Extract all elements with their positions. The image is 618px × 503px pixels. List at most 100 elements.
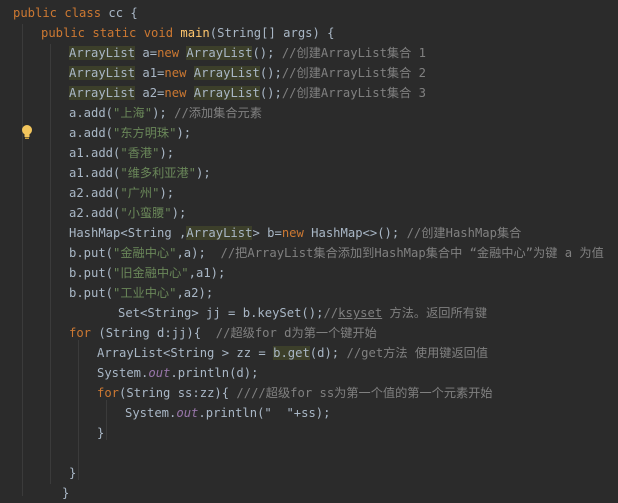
code-token: //创建ArrayList集合 3	[281, 86, 426, 100]
code-token: new	[281, 226, 312, 240]
code-token: new	[164, 86, 194, 100]
indent-guide	[106, 400, 107, 440]
code-token: HashMap<>();	[311, 226, 407, 240]
code-line: ArrayList a1=new ArrayList();//创建ArrayLi…	[69, 63, 426, 83]
code-token: HashMap<String ,	[69, 226, 187, 240]
code-token: ArrayList	[186, 46, 253, 60]
code-token: );	[176, 126, 192, 140]
code-token: out	[148, 366, 171, 380]
code-token: ();	[259, 66, 282, 80]
code-token: Set<String> jj = b.keySet();	[118, 306, 324, 320]
code-token: ////超级for ss为第一个值的第一个元素开始	[236, 386, 493, 400]
code-token: ,a);	[176, 246, 221, 260]
code-token: b.put(	[69, 246, 114, 260]
code-line: for (String d:jj){ //超级for d为第一个键开始	[69, 323, 377, 343]
code-token: );	[159, 186, 175, 200]
code-token: ,a2);	[176, 286, 214, 300]
code-line: b.put("工业中心",a2);	[69, 283, 213, 303]
code-token: //get方法 使用键返回值	[346, 346, 489, 360]
code-editor[interactable]: public class cc { public static void mai…	[0, 0, 618, 500]
code-token: "金融中心"	[113, 246, 177, 260]
code-token: "东方明珠"	[113, 126, 177, 140]
code-token: public class	[13, 6, 109, 20]
code-token: }	[62, 486, 70, 500]
indent-guide	[78, 340, 79, 480]
code-line: ArrayList a2=new ArrayList();//创建ArrayLi…	[69, 83, 426, 103]
code-token: for	[97, 386, 120, 400]
code-token: ();	[259, 86, 282, 100]
code-token: a1=	[135, 66, 165, 80]
code-line: public class cc {	[13, 3, 138, 23]
code-line: b.put("旧金融中心",a1);	[69, 263, 225, 283]
code-line: a1.add("维多利亚港");	[69, 163, 211, 183]
code-token: System.	[125, 406, 177, 420]
code-token: //创建ArrayList集合 1	[281, 46, 426, 60]
code-token: //添加集合元素	[174, 106, 262, 120]
code-token: ArrayList	[193, 86, 260, 100]
code-token: a2=	[135, 86, 165, 100]
code-token: a2.add(	[69, 186, 121, 200]
code-line: }	[62, 483, 69, 503]
code-line: a1.add("香港");	[69, 143, 174, 163]
code-token: ksyset	[338, 306, 383, 320]
code-token: "广州"	[120, 186, 160, 200]
code-token: (String ss:zz){	[119, 386, 237, 400]
code-token: .println(d);	[170, 366, 259, 380]
code-token: //创建ArrayList集合 2	[281, 66, 426, 80]
code-line: ArrayList<String > zz = b.get(d); //get方…	[97, 343, 488, 363]
code-line: a2.add("广州");	[69, 183, 174, 203]
code-token: (String d:jj){	[98, 326, 216, 340]
indent-guide	[50, 44, 51, 484]
code-token: cc {	[108, 6, 138, 20]
code-token: ArrayList	[69, 46, 136, 60]
code-token: a1.add(	[69, 166, 121, 180]
code-line: System.out.println(d);	[97, 363, 258, 383]
code-token: for	[69, 326, 99, 340]
code-token: ArrayList	[69, 66, 136, 80]
code-token: main	[180, 26, 210, 40]
code-token: b.put(	[69, 286, 114, 300]
code-token: a2.add(	[69, 206, 121, 220]
code-token: .println(" "+ss);	[198, 406, 331, 420]
code-token: "小蛮腰"	[120, 206, 172, 220]
code-token: //创建HashMap集合	[406, 226, 522, 240]
code-token: ArrayList	[186, 226, 253, 240]
code-token: ,a1);	[188, 266, 226, 280]
code-token: }	[97, 426, 105, 440]
code-token: (d);	[309, 346, 347, 360]
code-token: a.add(	[69, 126, 114, 140]
code-token: ();	[252, 46, 282, 60]
code-token: out	[176, 406, 199, 420]
code-token: //	[323, 306, 339, 320]
code-token: (String[] args) {	[209, 26, 335, 40]
code-line: System.out.println(" "+ss);	[125, 403, 330, 423]
code-token: );	[152, 106, 175, 120]
code-line: for(String ss:zz){ ////超级for ss为第一个值的第一个…	[97, 383, 493, 403]
code-token: > b=	[252, 226, 282, 240]
code-token: a.add(	[69, 106, 114, 120]
code-line: }	[69, 463, 76, 483]
code-token: //超级for d为第一个键开始	[215, 326, 377, 340]
code-token: System.	[97, 366, 149, 380]
code-token: //把ArrayList集合添加到HashMap集合中 “金融中心”为键 a 为…	[220, 246, 604, 260]
code-token: "上海"	[113, 106, 153, 120]
code-token: );	[159, 146, 175, 160]
code-token: );	[171, 206, 187, 220]
code-token: 方法。返回所有键	[382, 306, 488, 320]
code-line: a.add("上海"); //添加集合元素	[69, 103, 262, 123]
code-token: }	[69, 466, 77, 480]
code-token: ArrayList	[69, 86, 136, 100]
code-token: a=	[135, 46, 158, 60]
code-token: b.get	[273, 346, 310, 360]
code-token: ArrayList	[193, 66, 260, 80]
code-line: Set<String> jj = b.keySet();//ksyset 方法。…	[118, 303, 487, 323]
code-token: new	[157, 46, 187, 60]
lightbulb-icon[interactable]	[20, 124, 34, 140]
code-token: "维多利亚港"	[120, 166, 196, 180]
code-line: ArrayList a=new ArrayList(); //创建ArrayLi…	[69, 43, 426, 63]
code-token: ArrayList<String > zz =	[97, 346, 274, 360]
code-token: "香港"	[120, 146, 160, 160]
code-line: a2.add("小蛮腰");	[69, 203, 186, 223]
code-line: a.add("东方明珠");	[69, 123, 191, 143]
indent-guide	[22, 24, 23, 496]
